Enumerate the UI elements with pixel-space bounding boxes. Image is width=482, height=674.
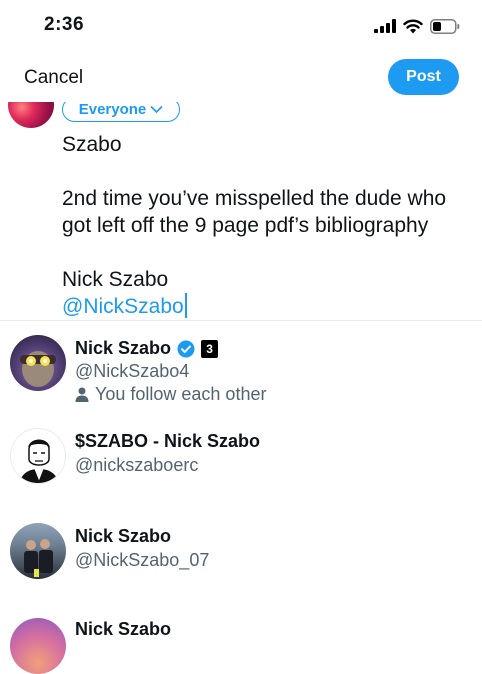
post-button[interactable]: Post <box>388 59 459 95</box>
suggestion-handle: @NickSzabo_07 <box>75 550 210 570</box>
mention-suggestion-3[interactable]: Nick Szabo @NickSzabo_07 <box>0 520 482 590</box>
compose-mention: @NickSzabo <box>62 295 184 318</box>
suggestion-name: Nick Szabo 3 <box>75 338 219 359</box>
affiliate-badge: 3 <box>201 339 219 358</box>
sketch-portrait-icon <box>19 439 59 483</box>
laser-eyes-avatar-icon <box>20 351 56 387</box>
group-photo-icon <box>24 539 53 577</box>
compose-text-area[interactable]: Szabo 2nd time you’ve misspelled the dud… <box>62 131 472 320</box>
chevron-down-icon <box>150 105 163 114</box>
mention-suggestion-2[interactable]: $SZABO - Nick Szabo @nickszaboerc <box>0 425 482 495</box>
audience-label: Everyone <box>78 101 147 118</box>
follow-status: You follow each other <box>75 384 266 405</box>
person-icon <box>75 387 89 402</box>
avatar <box>10 523 66 579</box>
status-bar: 2:36 <box>0 0 482 50</box>
suggestion-handle: @NickSzabo4 <box>75 361 190 381</box>
cancel-button[interactable]: Cancel <box>24 67 83 89</box>
status-icons <box>374 16 460 36</box>
suggestion-handle: @nickszaboerc <box>75 455 199 475</box>
compose-line-2: 2nd time you’ve misspelled the dude who … <box>62 187 447 237</box>
suggestion-name: Nick Szabo <box>75 619 172 639</box>
avatar <box>10 428 66 484</box>
follow-status-text: You follow each other <box>95 384 267 404</box>
avatar <box>10 618 66 674</box>
avatar <box>10 335 66 391</box>
mention-suggestion-4[interactable]: Nick Szabo <box>0 615 482 674</box>
wifi-icon <box>403 19 423 33</box>
compose-line-3: Nick Szabo <box>62 268 169 291</box>
suggestion-name: $SZABO - Nick Szabo <box>75 431 261 451</box>
battery-icon <box>430 18 460 34</box>
mention-suggestion-1[interactable]: Nick Szabo 3 @NickSzabo4 You follow each… <box>0 330 482 410</box>
verified-badge-icon <box>177 340 195 357</box>
divider <box>0 320 482 321</box>
cellular-signal-icon <box>374 19 396 33</box>
compose-nav-bar: Cancel Post <box>0 52 482 102</box>
compose-line-1: Szabo <box>62 133 122 156</box>
text-cursor <box>184 293 187 318</box>
suggestion-name: Nick Szabo <box>75 526 172 546</box>
suggestion-name-text: Nick Szabo <box>75 338 172 358</box>
status-time: 2:36 <box>44 14 85 35</box>
